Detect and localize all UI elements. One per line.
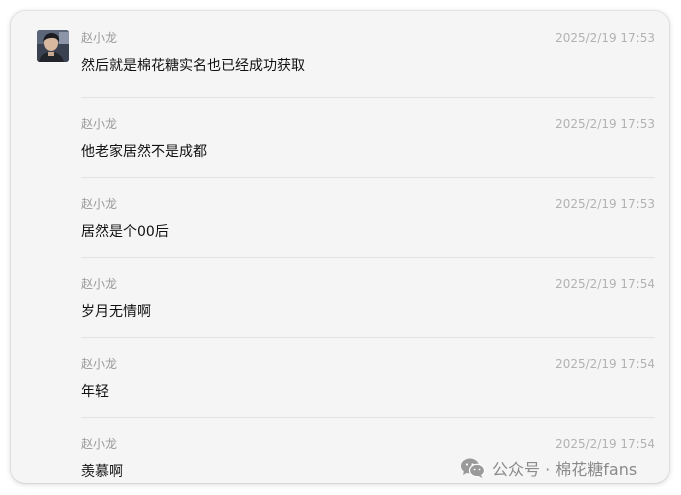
message-item: 赵小龙 2025/2/19 17:53 然后就是棉花糖实名也已经成功获取 (81, 11, 655, 91)
sender-name: 赵小龙 (81, 117, 118, 131)
message-divider (81, 177, 655, 178)
message-text[interactable]: 居然是个00后 (81, 222, 169, 242)
message-item: 赵小龙 2025/2/19 17:53 居然是个00后 (81, 177, 655, 257)
message-divider (81, 417, 655, 418)
message-text[interactable]: 岁月无情啊 (81, 302, 151, 322)
message-timestamp: 2025/2/19 17:54 (555, 277, 655, 291)
wechat-icon (461, 458, 486, 478)
message-divider (81, 257, 655, 258)
message-divider (81, 97, 655, 98)
message-divider (81, 337, 655, 338)
message-text[interactable]: 羡慕啊 (81, 462, 123, 482)
avatar-image (37, 30, 69, 62)
message-timestamp: 2025/2/19 17:54 (555, 437, 655, 451)
message-item: 赵小龙 2025/2/19 17:54 年轻 (81, 337, 655, 417)
message-timestamp: 2025/2/19 17:53 (555, 197, 655, 211)
sender-name: 赵小龙 (81, 197, 118, 211)
message-text[interactable]: 他老家居然不是成都 (81, 142, 207, 162)
avatar[interactable] (37, 30, 69, 62)
watermark-text: 公众号 · 棉花糖fans (492, 460, 638, 479)
sender-name: 赵小龙 (81, 277, 118, 291)
sender-name: 赵小龙 (81, 437, 118, 451)
message-item: 赵小龙 2025/2/19 17:54 岁月无情啊 (81, 257, 655, 337)
chat-history-panel: 赵小龙 2025/2/19 17:53 然后就是棉花糖实名也已经成功获取 赵小龙… (11, 11, 669, 483)
message-timestamp: 2025/2/19 17:53 (555, 117, 655, 131)
watermark: 公众号 · 棉花糖fans (460, 456, 637, 480)
message-text[interactable]: 年轻 (81, 382, 109, 402)
sender-name: 赵小龙 (81, 31, 118, 45)
sender-name: 赵小龙 (81, 357, 118, 371)
message-item: 赵小龙 2025/2/19 17:53 他老家居然不是成都 (81, 97, 655, 177)
message-text[interactable]: 然后就是棉花糖实名也已经成功获取 (81, 56, 305, 76)
message-timestamp: 2025/2/19 17:54 (555, 357, 655, 371)
message-timestamp: 2025/2/19 17:53 (555, 31, 655, 45)
